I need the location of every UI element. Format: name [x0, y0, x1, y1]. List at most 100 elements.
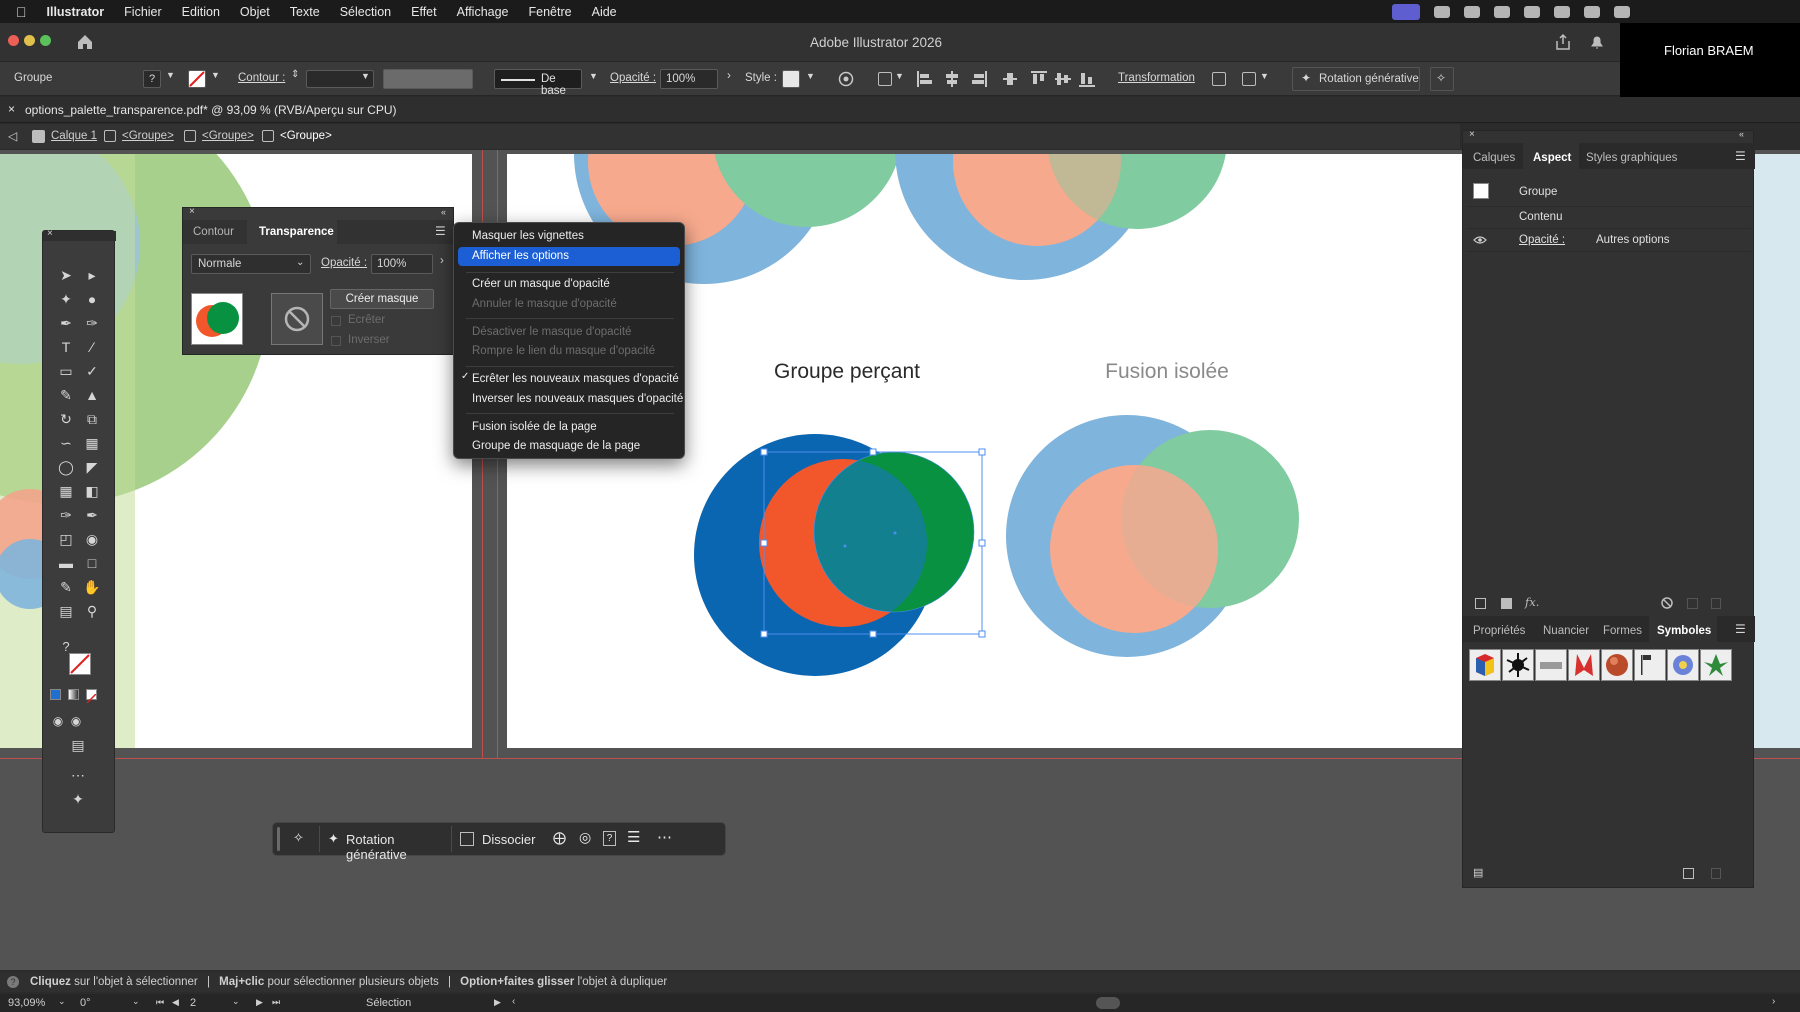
drag-handle[interactable] [277, 827, 280, 851]
tool-menu-arrow-icon[interactable]: ▶ [494, 997, 501, 1008]
clip-checkbox[interactable] [331, 316, 341, 326]
tab-graphic-styles[interactable]: Styles graphiques [1586, 152, 1677, 164]
screen-mode-icon[interactable]: ▤ [69, 737, 87, 753]
recolor-icon[interactable] [838, 71, 854, 87]
close-panel-icon[interactable]: × [189, 206, 195, 217]
edit-toolbar-icon[interactable]: ✦ [69, 791, 87, 807]
opacity-field[interactable]: 100% [660, 69, 718, 89]
menu-effet[interactable]: Effet [411, 5, 436, 19]
wand-icon[interactable]: ✧ [293, 830, 304, 846]
symbol-flower[interactable] [1667, 649, 1699, 681]
graph-tool-icon[interactable]: ▬ [57, 555, 75, 571]
appearance-opacity-label[interactable]: Opacité : [1519, 234, 1565, 246]
opacity-slider-arrow-icon[interactable]: › [440, 255, 444, 267]
clear-appearance-icon[interactable] [1661, 597, 1673, 609]
transform-link[interactable]: Transformation [1118, 72, 1195, 84]
invert-checkbox[interactable] [331, 336, 341, 346]
stroke-swatch[interactable] [188, 70, 206, 88]
apple-icon[interactable]:  [16, 4, 27, 20]
mesh-tool-icon[interactable]: ▦ [57, 483, 75, 499]
screen-record-icon[interactable] [1392, 3, 1420, 20]
top-right-artwork[interactable] [895, 154, 1227, 280]
share-icon[interactable] [1554, 33, 1572, 51]
artboard-number[interactable]: 2 [190, 997, 196, 1009]
stroke-weight-dropdown-icon[interactable]: ▼ [361, 71, 370, 81]
breadcrumb-layer[interactable]: Calque 1 [51, 130, 97, 142]
symbol-flag[interactable] [1634, 649, 1666, 681]
dock-icon[interactable] [1494, 5, 1510, 18]
close-tools-icon[interactable]: × [47, 228, 53, 239]
blend-tool-icon[interactable]: ◰ [57, 531, 75, 547]
appearance-contents-label[interactable]: Contenu [1519, 211, 1562, 223]
measure-tool-icon[interactable]: ✒ [83, 507, 101, 523]
list-icon[interactable]: ☰ [627, 828, 640, 846]
panel-opacity-field[interactable]: 100% [371, 254, 433, 274]
opacity-label[interactable]: Opacité : [610, 72, 656, 84]
horizontal-scroll-thumb[interactable] [1096, 997, 1120, 1009]
stroke-dropdown-icon[interactable]: ▼ [211, 70, 220, 80]
free-transform-tool-icon[interactable]: ▦ [83, 435, 101, 451]
selection-tool-icon[interactable]: ➤ [57, 267, 75, 283]
cloud-icon[interactable] [1464, 5, 1480, 18]
stroke-color-swatch[interactable] [69, 653, 91, 675]
panel-opacity-label[interactable]: Opacité : [321, 257, 367, 269]
magic-wand-button[interactable]: ✧ [1430, 67, 1454, 91]
stroke-label[interactable]: Contour : [238, 72, 285, 84]
isolate-group-icon[interactable] [1212, 72, 1226, 86]
brush-dropdown-icon[interactable]: ▼ [589, 71, 598, 81]
artboard-tool-icon[interactable]: □ [83, 555, 101, 571]
tab-layers[interactable]: Calques [1473, 152, 1515, 164]
collapse-panel-icon[interactable]: « [1739, 129, 1744, 139]
recolor-icon[interactable]: ◎ [579, 829, 591, 846]
none-mode-icon[interactable] [86, 689, 97, 704]
artboard-dropdown-icon[interactable]: ⌄ [232, 996, 240, 1007]
align-bottom-icon[interactable] [1079, 73, 1095, 87]
brush-definition[interactable]: De base [494, 69, 582, 97]
width-tool-icon[interactable]: ∽ [57, 435, 75, 451]
curvature-tool-icon[interactable]: ✑ [83, 315, 101, 331]
slice-tool-icon[interactable]: ✎ [57, 579, 75, 595]
task-generative-rotation-button[interactable]: ✦ Rotation générative [319, 826, 449, 862]
shape-builder-tool-icon[interactable]: ◯ [57, 459, 75, 475]
close-panel-icon[interactable]: × [1469, 129, 1475, 140]
scale-tool-icon[interactable]: ⧉ [83, 411, 101, 427]
zoom-level[interactable]: 93,09% [8, 997, 45, 1009]
graphic-style-swatch[interactable] [782, 70, 800, 88]
menu-fenetre[interactable]: Fenêtre [529, 5, 572, 19]
close-tab-icon[interactable]: × [8, 102, 15, 116]
shaper-tool-icon[interactable]: ✎ [57, 387, 75, 403]
isolated-blend-artwork[interactable] [1006, 415, 1299, 657]
rectangle-tool-icon[interactable]: ▭ [57, 363, 75, 379]
prev-artboard-icon[interactable]: ◀ [172, 997, 179, 1008]
distribute-icon[interactable] [1003, 73, 1017, 85]
direct-selection-tool-icon[interactable]: ▸ [83, 267, 101, 283]
hand-tool-icon[interactable]: ✋ [83, 579, 101, 595]
symbol-leaf[interactable] [1700, 649, 1732, 681]
zoom-tool-icon[interactable]: ⚲ [83, 603, 101, 619]
zoom-dropdown-icon[interactable]: ⌄ [58, 996, 66, 1007]
menu-item-show-options[interactable]: Afficher les options [472, 247, 569, 265]
eye-icon[interactable] [1473, 235, 1487, 245]
blend-mode-select[interactable]: Normale ⌄ [191, 254, 311, 274]
tab-swatches[interactable]: Nuancier [1543, 625, 1589, 637]
breadcrumb-group-3[interactable]: <Groupe> [280, 130, 332, 142]
generative-rotation-button[interactable]: ✦ Rotation générative [1292, 67, 1420, 91]
align-to-icon[interactable] [878, 72, 892, 86]
add-stroke-icon[interactable] [1475, 598, 1486, 609]
menu-item-page-knockout-group[interactable]: Groupe de masquage de la page [472, 437, 640, 455]
menu-objet[interactable]: Objet [240, 5, 270, 19]
align-left-icon[interactable] [917, 71, 932, 87]
align-right-icon[interactable] [972, 71, 987, 87]
first-artboard-icon[interactable]: ⏮ [156, 997, 164, 1008]
symbol-sphere[interactable] [1601, 649, 1633, 681]
menu-affichage[interactable]: Affichage [457, 5, 509, 19]
symbol-cube[interactable] [1469, 649, 1501, 681]
artboard-3[interactable] [1754, 154, 1800, 748]
eraser-tool-icon[interactable]: ▲ [83, 387, 101, 403]
document-tab-title[interactable]: options_palette_transparence.pdf* @ 93,0… [25, 103, 397, 117]
menu-item-hide-thumbnails[interactable]: Masquer les vignettes [472, 227, 584, 245]
menu-item-page-isolated-blending[interactable]: Fusion isolée de la page [472, 418, 597, 436]
tools-panel-header[interactable]: × [43, 228, 116, 241]
arrange-dropdown-icon[interactable]: ▼ [1260, 71, 1269, 81]
fill-unknown-swatch[interactable]: ? [143, 70, 161, 88]
